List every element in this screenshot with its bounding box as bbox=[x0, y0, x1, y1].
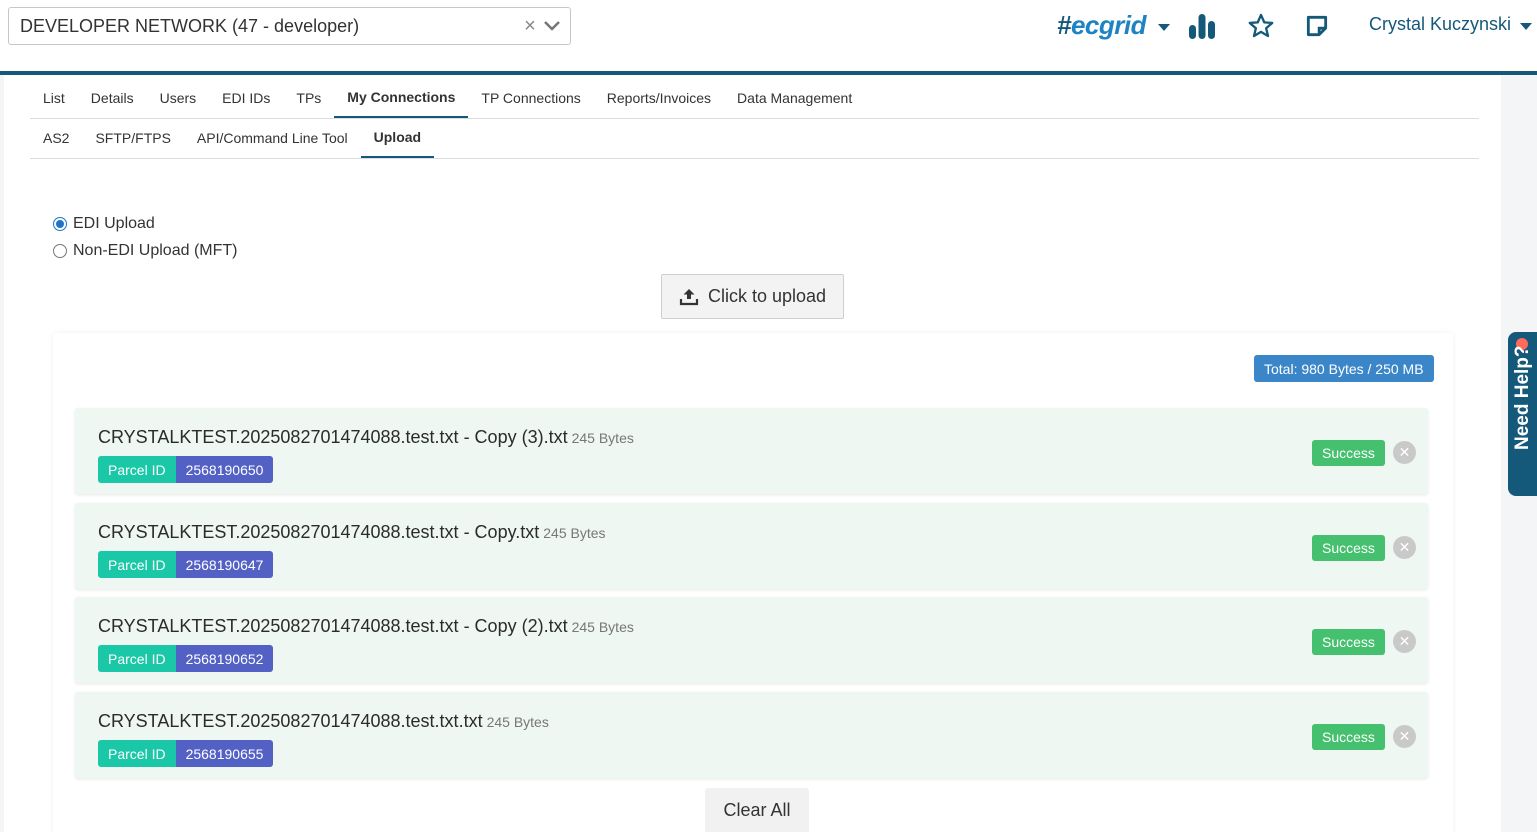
click-to-upload-button[interactable]: Click to upload bbox=[661, 274, 844, 319]
non-edi-upload-option[interactable]: Non-EDI Upload (MFT) bbox=[53, 237, 237, 264]
tab-data-management[interactable]: Data Management bbox=[724, 78, 865, 118]
parcel-id-badge: Parcel ID 2568190652 bbox=[98, 645, 274, 672]
network-select-value: DEVELOPER NETWORK (47 - developer) bbox=[20, 15, 360, 36]
tab-users[interactable]: Users bbox=[147, 78, 210, 118]
tab-tp-connections[interactable]: TP Connections bbox=[468, 78, 593, 118]
tab-my-connections[interactable]: My Connections bbox=[334, 78, 469, 118]
ecgrid-logo: #ecgrid bbox=[1057, 9, 1147, 40]
tab-sftp-ftps[interactable]: SFTP/FTPS bbox=[82, 118, 183, 158]
remove-icon[interactable]: ✕ bbox=[1393, 536, 1416, 559]
chart-icon[interactable] bbox=[1186, 10, 1218, 42]
parcel-id-badge: Parcel ID 2568190650 bbox=[98, 456, 274, 483]
clear-all-button[interactable]: Clear All bbox=[705, 788, 809, 832]
file-name: CRYSTALKTEST.2025082701474088.test.txt.t… bbox=[98, 711, 549, 731]
chevron-down-icon[interactable] bbox=[540, 21, 564, 31]
tab-reports-invoices[interactable]: Reports/Invoices bbox=[594, 78, 724, 118]
remove-icon[interactable]: ✕ bbox=[1393, 630, 1416, 653]
main-panel: List Details Users EDI IDs TPs My Connec… bbox=[4, 75, 1501, 832]
tab-api-command-line-tool[interactable]: API/Command Line Tool bbox=[184, 118, 361, 158]
file-name: CRYSTALKTEST.2025082701474088.test.txt -… bbox=[98, 427, 634, 447]
tab-edi-ids[interactable]: EDI IDs bbox=[209, 78, 283, 118]
user-menu[interactable]: Crystal Kuczynski bbox=[1369, 14, 1511, 35]
non-edi-upload-radio[interactable] bbox=[53, 243, 67, 258]
status-badge: Success bbox=[1312, 535, 1385, 561]
file-row: CRYSTALKTEST.2025082701474088.test.txt.t… bbox=[75, 692, 1428, 778]
need-help-label: Need Help? bbox=[1512, 345, 1533, 450]
upload-button-label: Click to upload bbox=[707, 286, 827, 306]
remove-icon[interactable]: ✕ bbox=[1393, 441, 1416, 464]
star-icon[interactable] bbox=[1245, 10, 1277, 42]
file-size: 245 Bytes bbox=[543, 525, 606, 541]
brand-menu[interactable]: #ecgrid bbox=[1057, 9, 1170, 41]
tab-as2[interactable]: AS2 bbox=[30, 118, 82, 158]
status-badge: Success bbox=[1312, 629, 1385, 655]
upload-results-card: Total: 980 Bytes / 250 MB CRYSTALKTEST.2… bbox=[53, 333, 1453, 832]
parcel-id-badge: Parcel ID 2568190647 bbox=[98, 551, 274, 578]
remove-icon[interactable]: ✕ bbox=[1393, 725, 1416, 748]
primary-tabs: List Details Users EDI IDs TPs My Connec… bbox=[30, 78, 1479, 119]
upload-type-group: EDI Upload Non-EDI Upload (MFT) bbox=[53, 210, 237, 264]
clear-selection-icon[interactable]: × bbox=[520, 16, 540, 36]
file-row: CRYSTALKTEST.2025082701474088.test.txt -… bbox=[75, 597, 1428, 683]
secondary-tabs: AS2 SFTP/FTPS API/Command Line Tool Uplo… bbox=[30, 118, 1479, 159]
status-badge: Success bbox=[1312, 724, 1385, 750]
status-badge: Success bbox=[1312, 440, 1385, 466]
note-icon[interactable] bbox=[1301, 10, 1333, 42]
caret-down-icon bbox=[1158, 23, 1170, 31]
file-name: CRYSTALKTEST.2025082701474088.test.txt -… bbox=[98, 522, 606, 542]
network-select[interactable]: DEVELOPER NETWORK (47 - developer) × bbox=[8, 7, 571, 45]
edi-upload-label: EDI Upload bbox=[73, 214, 155, 232]
file-size: 245 Bytes bbox=[571, 619, 634, 635]
tab-list[interactable]: List bbox=[30, 78, 78, 118]
tab-upload[interactable]: Upload bbox=[360, 118, 435, 158]
user-caret-icon[interactable] bbox=[1520, 23, 1532, 30]
upload-icon bbox=[679, 288, 699, 305]
non-edi-upload-label: Non-EDI Upload (MFT) bbox=[73, 241, 238, 259]
file-size: 245 Bytes bbox=[486, 714, 549, 730]
edi-upload-option[interactable]: EDI Upload bbox=[53, 210, 237, 237]
file-name: CRYSTALKTEST.2025082701474088.test.txt -… bbox=[98, 616, 634, 636]
tab-tps[interactable]: TPs bbox=[283, 78, 334, 118]
file-size: 245 Bytes bbox=[571, 430, 634, 446]
file-row: CRYSTALKTEST.2025082701474088.test.txt -… bbox=[75, 408, 1428, 494]
top-header: DEVELOPER NETWORK (47 - developer) × #ec… bbox=[0, 0, 1537, 71]
file-row: CRYSTALKTEST.2025082701474088.test.txt -… bbox=[75, 503, 1428, 589]
edi-upload-radio[interactable] bbox=[53, 216, 67, 231]
total-size-badge: Total: 980 Bytes / 250 MB bbox=[1254, 355, 1434, 382]
need-help-tab[interactable]: Need Help? bbox=[1508, 332, 1537, 496]
parcel-id-badge: Parcel ID 2568190655 bbox=[98, 740, 274, 767]
tab-details[interactable]: Details bbox=[78, 78, 147, 118]
